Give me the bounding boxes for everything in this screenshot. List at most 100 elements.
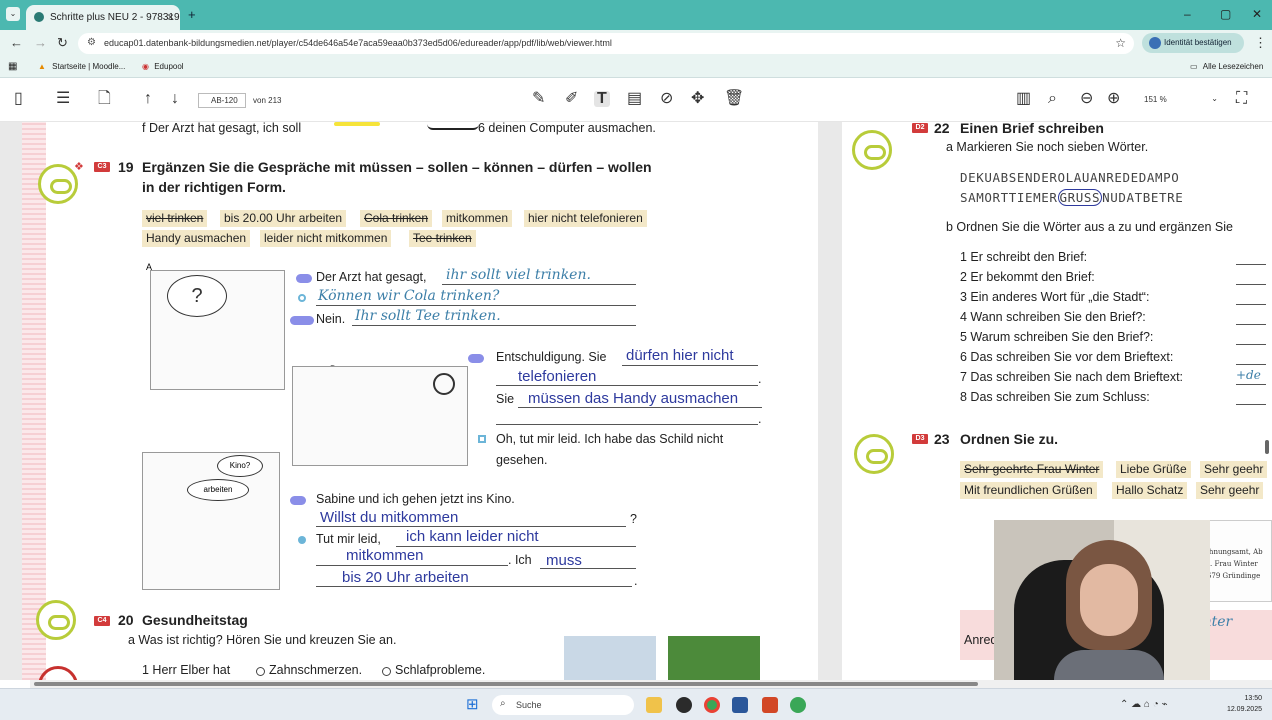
bookmark-edupool[interactable]: ◉ Edupool: [142, 62, 184, 71]
bookmark-star-icon[interactable]: ☆: [1115, 36, 1126, 50]
exercise-22-task-b: b Ordnen Sie die Wörter aus a zu und erg…: [946, 220, 1233, 234]
page-up-icon[interactable]: ↑: [144, 91, 152, 107]
star-marker-icon: ❖: [74, 161, 84, 173]
speech-bubble-arbeiten: arbeiten: [187, 479, 249, 501]
page-number-input[interactable]: AB-120: [198, 93, 246, 108]
answer-line: [1236, 384, 1266, 385]
forward-button[interactable]: →: [34, 35, 47, 50]
document-icon[interactable]: 🗋: [98, 91, 111, 107]
search-icon: ⌕: [500, 698, 506, 709]
sidebar-toggle-icon[interactable]: ▯: [14, 91, 23, 107]
link-icon[interactable]: [36, 600, 76, 640]
letter-grid-row1: DEKUABSENDEROLAUANREDEDAMPO: [960, 170, 1180, 185]
exercise-number: 23: [934, 431, 950, 447]
reload-button[interactable]: ↻: [57, 35, 68, 51]
exercise-title-line1: Ergänzen Sie die Gespräche mit müssen – …: [142, 159, 652, 175]
system-tray[interactable]: ⌃ ☁ ⌂ ◔ ⌁: [1120, 699, 1168, 710]
word-icon[interactable]: [732, 697, 748, 713]
zoom-select[interactable]: 151 % ⌄: [1140, 93, 1228, 108]
move-icon[interactable]: ✥: [691, 91, 704, 107]
app-icon[interactable]: [676, 697, 692, 713]
radio-circle[interactable]: [256, 667, 265, 676]
chrome-profile-icon[interactable]: [790, 697, 806, 713]
comment-icon[interactable]: ▤: [627, 91, 642, 107]
photo-woman: [668, 636, 760, 680]
browser-menu-icon[interactable]: ⋮: [1254, 35, 1267, 51]
vertical-scrollbar[interactable]: [1265, 440, 1269, 454]
answer-line: [352, 325, 636, 326]
answer-line: [316, 565, 508, 566]
url-input[interactable]: ⚙ educap01.datenbank-bildungsmedien.net/…: [78, 33, 1134, 54]
bookmark-moodle[interactable]: ▲ Startseite | Moodle...: [38, 62, 125, 71]
word-chip: Handy ausmachen: [142, 230, 251, 247]
answer-line: [622, 365, 758, 366]
word-chip: bis 20.00 Uhr arbeiten: [220, 210, 347, 227]
answer-line: [1236, 284, 1266, 285]
fullscreen-icon[interactable]: ⛶: [1236, 91, 1247, 107]
search-document-icon[interactable]: ⌕: [1048, 91, 1057, 107]
close-tab-icon[interactable]: ×: [167, 10, 174, 24]
office-illustration: Kino? arbeiten: [142, 452, 280, 590]
browser-tab-active[interactable]: Schritte plus NEU 2 - 978319( ×: [26, 5, 180, 30]
browser-titlebar: ⌄ Schritte plus NEU 2 - 978319( × + – ▢ …: [0, 0, 1272, 30]
highlighter-icon[interactable]: ✐: [565, 91, 578, 107]
waiting-room-illustration: [292, 366, 468, 466]
chrome-icon[interactable]: [704, 697, 720, 713]
zoom-out-icon[interactable]: ⊖: [1080, 91, 1093, 107]
page-down-icon[interactable]: ↓: [171, 91, 179, 107]
answer-line: [1236, 304, 1266, 305]
close-window-button[interactable]: ✕: [1252, 7, 1262, 21]
search-placeholder: Suche: [516, 700, 542, 710]
site-info-icon[interactable]: ⚙: [87, 37, 96, 48]
section-tag: C4: [94, 616, 110, 626]
new-tab-button[interactable]: +: [188, 7, 196, 22]
word-chip: Sehr geehr: [1196, 482, 1264, 499]
minimize-button[interactable]: –: [1184, 7, 1191, 21]
pen-icon[interactable]: ✎: [532, 91, 545, 107]
folder-icon: ▭: [1190, 62, 1198, 71]
book-view-icon[interactable]: ▥: [1016, 91, 1031, 107]
answer-line: [518, 407, 762, 408]
horizontal-scrollbar[interactable]: [30, 680, 1272, 688]
link-icon[interactable]: [38, 164, 78, 204]
letters-row2-part1: SAMORTTIEMER: [960, 190, 1058, 205]
apps-grid-icon[interactable]: ▦: [8, 61, 17, 72]
text-tool-icon[interactable]: T: [594, 91, 610, 107]
dialog-a-line3: Nein.: [316, 312, 346, 326]
answer-line: [316, 526, 626, 527]
all-bookmarks[interactable]: ▭ Alle Lesezeichen: [1190, 62, 1263, 71]
moodle-favicon-icon: ▲: [38, 62, 46, 71]
dialog-b-line4: gesehen.: [496, 453, 548, 467]
radio-circle[interactable]: [382, 667, 391, 676]
identity-button[interactable]: Identität bestätigen: [1142, 33, 1244, 53]
maximize-button[interactable]: ▢: [1220, 7, 1231, 21]
page-margin-pattern: [22, 122, 46, 680]
answer-c3: muss: [546, 552, 582, 569]
edupool-favicon-icon: ◉: [142, 62, 149, 71]
taskbar-search[interactable]: ⌕ Suche: [492, 695, 634, 715]
link-icon[interactable]: [852, 130, 892, 170]
list-item: 8 Das schreiben Sie zum Schluss:: [960, 390, 1150, 404]
speaker-marker: [296, 274, 312, 283]
list-item: 2 Er bekommt den Brief:: [960, 270, 1095, 284]
answer-line: [396, 546, 636, 547]
link-icon[interactable]: [854, 434, 894, 474]
delete-icon[interactable]: 🗑: [724, 91, 744, 107]
file-explorer-icon[interactable]: [646, 697, 662, 713]
word-chip: Tee trinken: [409, 230, 476, 247]
answer-item7: +de: [1236, 368, 1261, 382]
powerpoint-icon[interactable]: [762, 697, 778, 713]
answer-line: [1236, 264, 1266, 265]
zoom-in-icon[interactable]: ⊕: [1107, 91, 1120, 107]
outline-icon[interactable]: ☰: [56, 91, 70, 107]
period: .: [758, 412, 762, 426]
back-button[interactable]: ←: [10, 35, 23, 50]
scrollbar-thumb[interactable]: [34, 682, 978, 686]
exercise-title: Gesundheitstag: [142, 612, 248, 628]
start-icon[interactable]: ⊞: [466, 697, 479, 712]
hide-annotations-icon[interactable]: ⊘: [660, 91, 673, 107]
browser-addressbar: ← → ↻ ⚙ educap01.datenbank-bildungsmedie…: [0, 30, 1272, 56]
tab-list-button[interactable]: ⌄: [6, 7, 20, 21]
section-tag: D3: [912, 434, 928, 444]
answer-line: [1236, 404, 1266, 405]
